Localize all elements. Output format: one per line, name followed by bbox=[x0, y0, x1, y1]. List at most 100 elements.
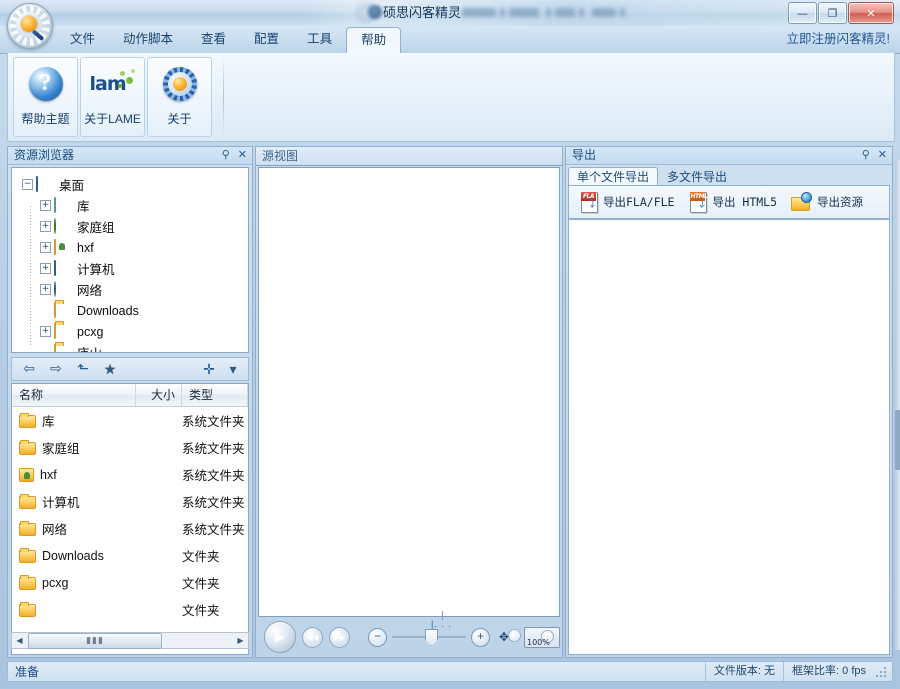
add-plus-icon[interactable]: ✛ bbox=[200, 360, 218, 378]
app-logo-icon[interactable] bbox=[7, 3, 53, 49]
scroll-left-icon[interactable]: ◀ bbox=[12, 636, 27, 645]
ribbon-toolbar: ? 帮助主题 lam 关于LAME 关于 bbox=[7, 53, 895, 142]
export-html5-button[interactable]: HTML5 ⤵ 导出 HTML5 bbox=[688, 192, 777, 213]
ribbon-group-help: ? 帮助主题 lam 关于LAME 关于 bbox=[11, 55, 214, 142]
up-folder-icon[interactable]: ⬑ bbox=[74, 360, 92, 378]
forward-arrow-icon[interactable]: ⇨ bbox=[47, 360, 65, 378]
export-fla-button[interactable]: FLA ⤵ 导出FLA/FLE bbox=[579, 192, 674, 213]
menu-item-actionscript[interactable]: 动作脚本 bbox=[109, 26, 187, 53]
tree-item-label: hxf bbox=[77, 240, 94, 255]
file-list-header: 名称 大小 类型 bbox=[12, 384, 248, 407]
expander-none bbox=[40, 305, 51, 316]
minimize-button[interactable]: — bbox=[788, 2, 817, 24]
column-header-type[interactable]: 类型 bbox=[182, 384, 248, 406]
title-decoration-dot bbox=[368, 5, 382, 19]
zoom-slider-track[interactable] bbox=[392, 629, 466, 646]
expander-expand-icon[interactable]: + bbox=[40, 263, 51, 274]
tree-item-label: 庐山 bbox=[77, 343, 102, 352]
expander-expand-icon[interactable]: + bbox=[40, 221, 51, 232]
expander-expand-icon[interactable]: + bbox=[40, 200, 51, 211]
close-icon[interactable]: ✕ bbox=[238, 150, 247, 161]
resource-explorer-title: 资源浏览器 bbox=[14, 148, 75, 162]
menu-item-config[interactable]: 配置 bbox=[240, 26, 293, 53]
close-button[interactable]: ✕ bbox=[848, 2, 894, 24]
tree-item-desktop[interactable]: − 桌面 bbox=[18, 174, 248, 195]
file-type: 系统文件夹 bbox=[182, 523, 245, 537]
tab-multi-file-export[interactable]: 多文件导出 bbox=[658, 167, 736, 186]
help-topics-button[interactable]: ? 帮助主题 bbox=[13, 57, 78, 137]
export-title-bar: 导出 ⚲ ✕ bbox=[566, 147, 892, 165]
status-frame-rate: 框架比率: 0 fps bbox=[783, 662, 874, 681]
file-name: 库 bbox=[42, 415, 55, 429]
tree-item-pcxg[interactable]: + pcxg bbox=[18, 321, 248, 342]
zoom-level-box[interactable]: 100% bbox=[524, 626, 560, 648]
table-row[interactable]: 文件夹 bbox=[12, 596, 248, 623]
column-header-name[interactable]: 名称 bbox=[12, 384, 136, 406]
table-row[interactable]: 计算机 系统文件夹 bbox=[12, 488, 248, 515]
zoom-out-button[interactable]: − bbox=[368, 627, 387, 647]
tab-single-file-export[interactable]: 单个文件导出 bbox=[568, 167, 659, 186]
chevron-down-icon[interactable]: ▾ bbox=[224, 360, 242, 378]
rewind-icon[interactable]: ◀◀ bbox=[302, 626, 323, 648]
resize-grip-icon[interactable] bbox=[876, 665, 890, 679]
export-resource-button[interactable]: 导出资源 bbox=[791, 192, 863, 212]
export-panel-title: 导出 bbox=[572, 148, 597, 162]
folder-tree[interactable]: − 桌面 + 库 + 家庭组 + hxf + 计算机 + 网络 Download… bbox=[11, 167, 249, 353]
tree-item-downloads[interactable]: Downloads bbox=[18, 300, 248, 321]
expander-expand-icon[interactable]: + bbox=[40, 242, 51, 253]
file-type: 系统文件夹 bbox=[182, 496, 245, 510]
menu-item-help[interactable]: 帮助 bbox=[346, 27, 402, 55]
tree-item-computer[interactable]: + 计算机 bbox=[18, 258, 248, 279]
pan-move-icon[interactable]: ✥ bbox=[499, 628, 521, 646]
table-row[interactable]: Downloads 文件夹 bbox=[12, 542, 248, 569]
source-view-canvas[interactable] bbox=[258, 167, 560, 617]
fast-forward-icon[interactable]: ▶▶ bbox=[329, 626, 350, 648]
pin-icon[interactable]: ⚲ bbox=[862, 150, 870, 161]
register-link[interactable]: 立即注册闪客精灵! bbox=[787, 26, 890, 53]
source-view-title: 源视图 bbox=[256, 147, 562, 166]
table-row[interactable]: 库 系统文件夹 bbox=[12, 407, 248, 434]
panel-tools: ⚲ ✕ bbox=[222, 147, 247, 164]
close-icon[interactable]: ✕ bbox=[878, 150, 887, 161]
file-list[interactable]: 名称 大小 类型 库 系统文件夹 家庭组 系统文件夹 hxf 系统文件夹 计算机 bbox=[11, 383, 249, 655]
expander-expand-icon[interactable]: + bbox=[40, 326, 51, 337]
table-row[interactable]: 家庭组 系统文件夹 bbox=[12, 434, 248, 461]
about-lame-button[interactable]: lam 关于LAME bbox=[80, 57, 145, 137]
menu-item-file[interactable]: 文件 bbox=[56, 26, 109, 53]
file-list-hscrollbar[interactable]: ◀ ▮▮▮ ▶ bbox=[11, 632, 249, 649]
table-row[interactable]: pcxg 文件夹 bbox=[12, 569, 248, 596]
expander-collapse-icon[interactable]: − bbox=[22, 179, 33, 190]
back-arrow-icon[interactable]: ⇦ bbox=[20, 360, 38, 378]
tree-item-lushan[interactable]: 庐山 bbox=[18, 342, 248, 352]
menu-item-view[interactable]: 查看 bbox=[187, 26, 240, 53]
file-name: 计算机 bbox=[42, 496, 80, 510]
tree-item-library[interactable]: + 库 bbox=[18, 195, 248, 216]
favorites-star-icon[interactable]: ★ bbox=[101, 360, 119, 378]
scroll-right-icon[interactable]: ▶ bbox=[233, 636, 248, 645]
export-content-area[interactable] bbox=[568, 219, 890, 655]
window-title: 硕思闪客精灵 bbox=[383, 5, 462, 20]
help-topics-label: 帮助主题 bbox=[21, 112, 70, 126]
menu-item-tools[interactable]: 工具 bbox=[293, 26, 346, 53]
table-row[interactable]: hxf 系统文件夹 bbox=[12, 461, 248, 488]
about-button[interactable]: 关于 bbox=[147, 57, 212, 137]
zoom-in-button[interactable]: + bbox=[471, 627, 490, 647]
tree-item-homegroup[interactable]: + 家庭组 bbox=[18, 216, 248, 237]
table-row[interactable]: 网络 系统文件夹 bbox=[12, 515, 248, 542]
folder-icon bbox=[19, 440, 36, 455]
resource-explorer-title-bar: 资源浏览器 ⚲ ✕ bbox=[8, 147, 252, 165]
export-resource-label: 导出资源 bbox=[817, 195, 864, 209]
expander-expand-icon[interactable]: + bbox=[40, 284, 51, 295]
maximize-button[interactable]: ❐ bbox=[818, 2, 847, 24]
file-name: 网络 bbox=[42, 523, 68, 537]
play-icon[interactable]: ▶ bbox=[264, 621, 296, 653]
zoom-slider-thumb[interactable] bbox=[425, 629, 438, 646]
tree-item-network[interactable]: + 网络 bbox=[18, 279, 248, 300]
scrollbar-thumb[interactable]: ▮▮▮ bbox=[28, 632, 162, 649]
tree-item-hxf[interactable]: + hxf bbox=[18, 237, 248, 258]
file-type: 文件夹 bbox=[182, 604, 220, 618]
pin-icon[interactable]: ⚲ bbox=[222, 150, 230, 161]
column-header-size[interactable]: 大小 bbox=[136, 384, 182, 406]
window-scrollbar[interactable] bbox=[895, 160, 900, 650]
scrollbar-thumb[interactable] bbox=[895, 410, 900, 470]
